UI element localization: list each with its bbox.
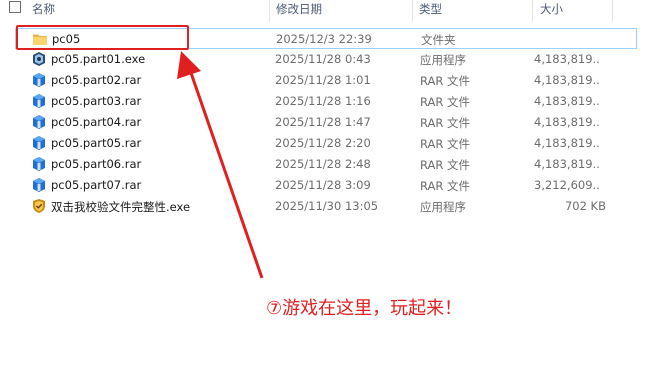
annotation-arrow	[177, 51, 264, 279]
arrow-head	[177, 51, 201, 79]
annotation-text: ⑦游戏在这里，玩起来！	[266, 298, 463, 319]
arrow-shaft	[188, 69, 264, 279]
